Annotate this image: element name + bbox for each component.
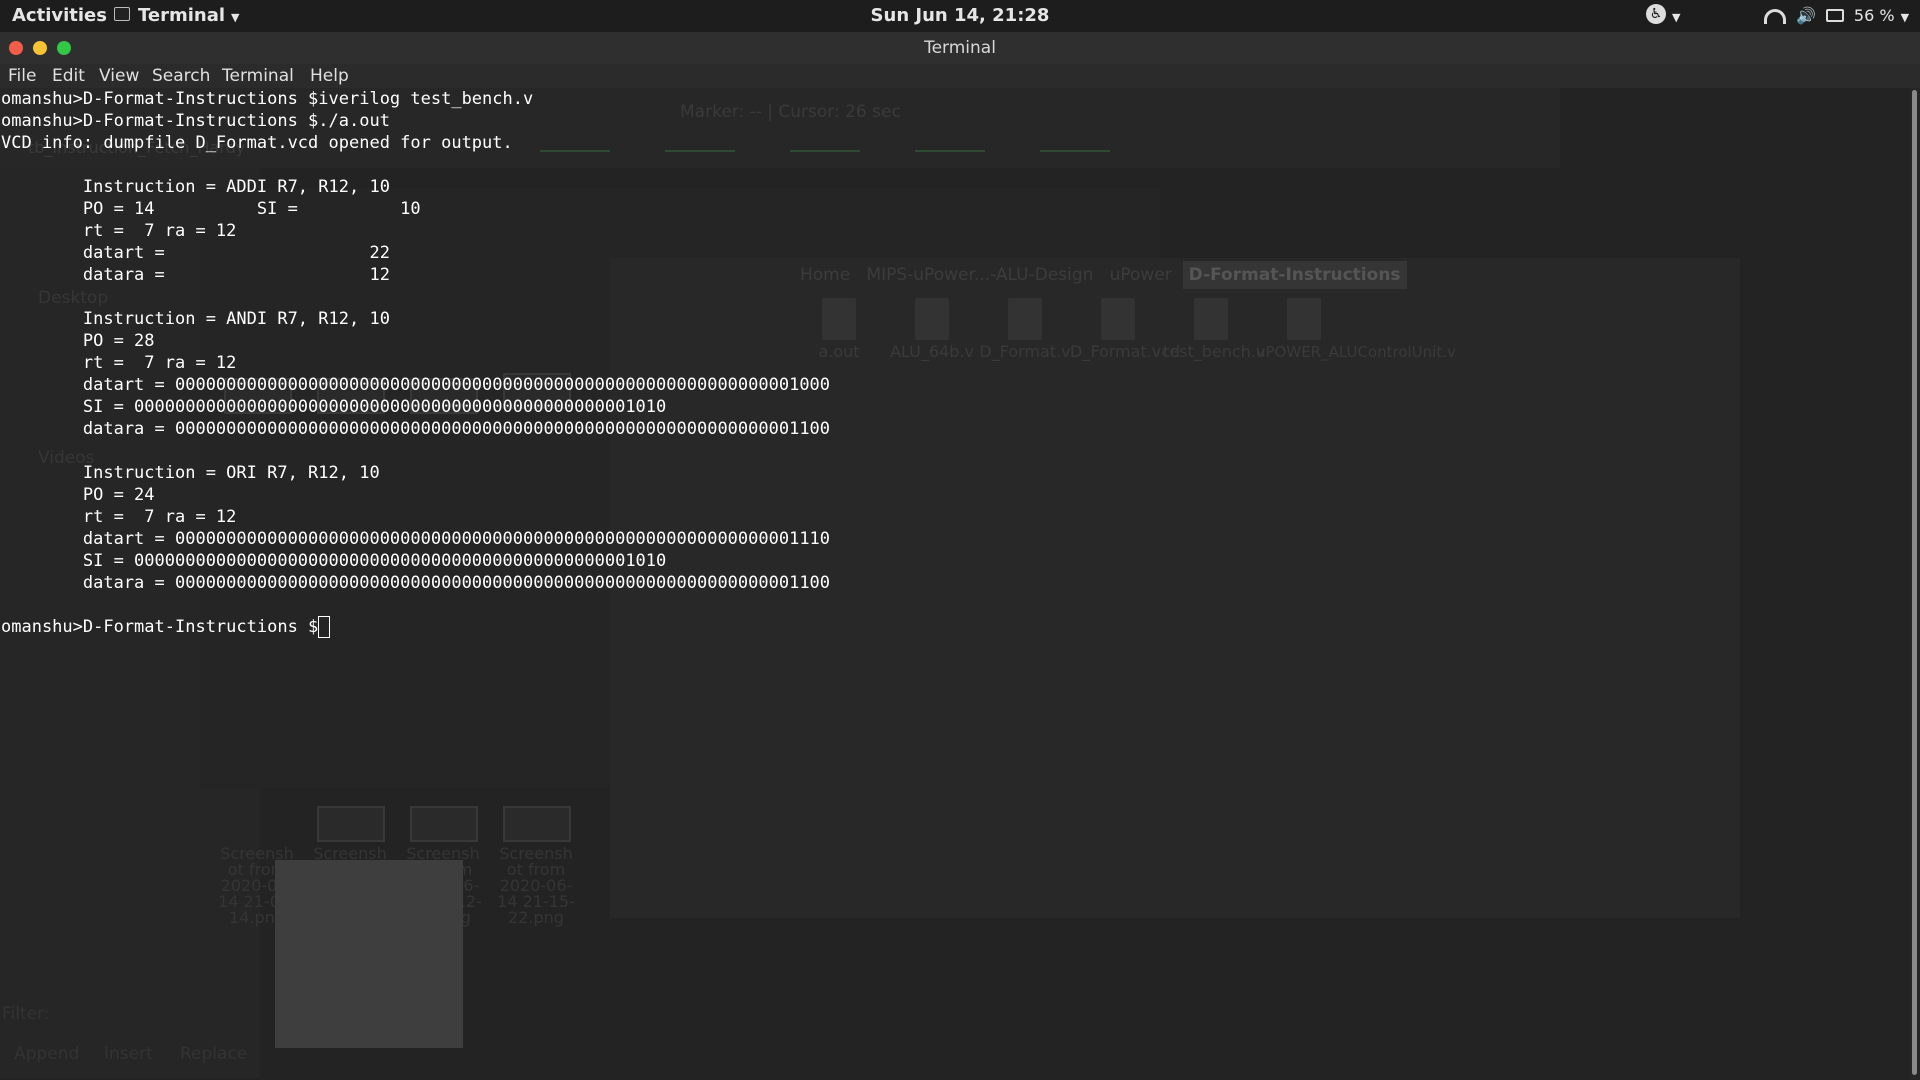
terminal-line: VCD info: dumpfile D_Format.vcd opened f… <box>1 133 513 153</box>
window-title: Terminal <box>924 38 996 58</box>
terminal-line: Instruction = ADDI R7, R12, 10 <box>1 177 390 197</box>
accessibility-menu[interactable]: ♿ ▼ <box>1646 0 1680 32</box>
thumbnail <box>503 806 571 842</box>
terminal-output[interactable]: omanshu>D-Format-Instructions $iverilog … <box>1 88 830 638</box>
file-label: D_Format.v <box>979 342 1071 361</box>
wave-segment <box>1040 150 1110 162</box>
top-bar: Activities Terminal ▼ Sun Jun 14, 21:28 ♿… <box>0 0 1920 32</box>
terminal-line: SI = 00000000000000000000000000000000000… <box>1 397 667 417</box>
file-label: uPOWER_ALUControlUnit.v <box>1256 343 1456 361</box>
terminal-line: datara = 0000000000000000000000000000000… <box>1 419 831 439</box>
window-titlebar[interactable]: Terminal <box>0 32 1920 65</box>
text-file-icon <box>1287 298 1321 340</box>
scrollbar[interactable] <box>1910 88 1920 1080</box>
menu-file[interactable]: File <box>8 64 36 88</box>
text-file-icon <box>1194 298 1228 340</box>
path-segment: MIPS-uPower...-ALU-Design <box>866 265 1094 285</box>
battery-percent: 56 % <box>1853 6 1895 25</box>
menu-edit[interactable]: Edit <box>52 64 85 88</box>
system-menu[interactable]: 🔊 56 % ▼ <box>1764 0 1909 32</box>
terminal-line: rt = 7 ra = 12 <box>1 221 237 241</box>
path-current: D-Format-Instructions <box>1182 261 1407 289</box>
battery-icon <box>1825 9 1844 22</box>
terminal-line: datart = 0000000000000000000000000000000… <box>1 375 831 395</box>
menu-search[interactable]: Search <box>152 64 210 88</box>
terminal-line: datara = 12 <box>1 265 390 285</box>
terminal-line: PO = 28 <box>1 331 155 351</box>
terminal-line: rt = 7 ra = 12 <box>1 507 237 527</box>
terminal-line: omanshu>D-Format-Instructions $iverilog … <box>1 89 534 109</box>
accessibility-icon: ♿ <box>1646 4 1666 24</box>
terminal-line: datart = 22 <box>1 243 390 263</box>
append-button: Append <box>14 1044 80 1064</box>
menu-view[interactable]: View <box>99 64 139 88</box>
background-preview <box>275 860 463 1048</box>
background-filter-bar: Filter: Append Insert Replace <box>0 1000 260 1080</box>
menu-terminal[interactable]: Terminal <box>222 64 294 88</box>
volume-icon: 🔊 <box>1796 6 1816 25</box>
terminal-line: datart = 0000000000000000000000000000000… <box>1 529 831 549</box>
clock[interactable]: Sun Jun 14, 21:28 <box>0 0 1920 32</box>
text-file-icon <box>915 298 949 340</box>
wave-segment <box>915 150 985 162</box>
wifi-icon <box>1764 9 1786 24</box>
ghost-pathbar: Home MIPS-uPower...-ALU-Design uPower D-… <box>800 258 1407 292</box>
terminal-line: Instruction = ORI R7, R12, 10 <box>1 463 380 483</box>
chevron-down-icon: ▼ <box>1900 11 1910 24</box>
replace-button: Replace <box>180 1044 248 1064</box>
terminal-line: rt = 7 ra = 12 <box>1 353 237 373</box>
thumbnail-label: Screensh ot from 2020-06-14 21-15-22.png <box>497 844 575 927</box>
text-file-icon <box>1101 298 1135 340</box>
menu-help[interactable]: Help <box>310 64 349 88</box>
terminal-line: datara = 0000000000000000000000000000000… <box>1 573 831 593</box>
text-file-icon <box>1008 298 1042 340</box>
file-label: test_bench.v <box>1163 342 1266 361</box>
scrollbar-thumb[interactable] <box>1912 90 1917 1075</box>
terminal-line: PO = 14 SI = 10 <box>1 199 421 219</box>
filter-label: Filter: <box>2 1004 50 1024</box>
terminal-line: Instruction = ANDI R7, R12, 10 <box>1 309 390 329</box>
menu-bar: File Edit View Search Terminal Help <box>0 64 1920 88</box>
file-label: ALU_64b.v <box>890 342 974 361</box>
file-label: D_Format.vcd <box>1070 342 1181 361</box>
prompt-line[interactable]: omanshu>D-Format-Instructions $ <box>1 616 830 638</box>
text-cursor <box>318 616 331 638</box>
prompt-text: omanshu>D-Format-Instructions $ <box>1 617 319 637</box>
terminal-line: PO = 24 <box>1 485 155 505</box>
thumbnail <box>317 806 385 842</box>
path-segment: uPower <box>1109 265 1172 285</box>
terminal-area[interactable]: Marker: -- | Cursor: 26 sec tb_Instructi… <box>0 88 1920 1080</box>
insert-button: Insert <box>104 1044 153 1064</box>
terminal-line: SI = 00000000000000000000000000000000000… <box>1 551 667 571</box>
thumbnail <box>410 806 478 842</box>
chevron-down-icon: ▼ <box>1672 11 1681 24</box>
terminal-line: omanshu>D-Format-Instructions $./a.out <box>1 111 390 131</box>
